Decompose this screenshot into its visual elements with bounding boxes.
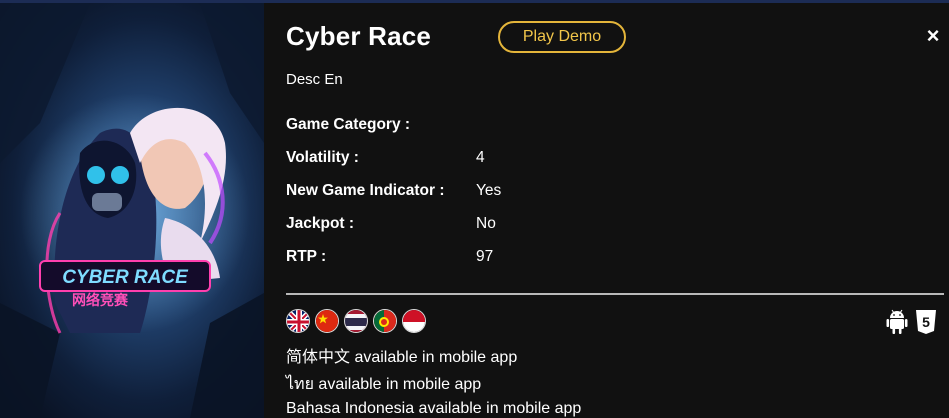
detail-label: Volatility : — [286, 149, 359, 166]
detail-label: Jackpot : — [286, 215, 355, 232]
detail-row-category: Game Category : — [286, 116, 686, 138]
detail-label: New Game Indicator : — [286, 182, 445, 199]
section-divider — [286, 293, 944, 295]
china-flag-icon — [315, 309, 339, 333]
logo-text: CYBER RACE — [62, 267, 189, 288]
game-artwork: CYBER RACE 网络竞赛 — [0, 3, 264, 418]
game-details-panel: Cyber Race Play Demo × Desc En Game Cate… — [264, 3, 949, 418]
close-icon[interactable]: × — [924, 25, 942, 47]
detail-row-jackpot: Jackpot : No — [286, 215, 686, 237]
html5-icon: 5 — [915, 309, 937, 340]
detail-row-rtp: RTP : 97 — [286, 248, 686, 270]
android-icon — [886, 309, 908, 340]
thailand-flag-icon — [344, 309, 368, 333]
detail-row-new-game: New Game Indicator : Yes — [286, 182, 686, 204]
logo-subtext: 网络竞赛 — [72, 292, 129, 309]
play-demo-button[interactable]: Play Demo — [498, 21, 626, 53]
detail-label: RTP : — [286, 248, 327, 265]
game-description: Desc En — [286, 71, 343, 88]
availability-indonesian: Bahasa Indonesia available in mobile app — [286, 400, 582, 417]
detail-value: 97 — [476, 248, 494, 265]
detail-row-volatility: Volatility : 4 — [286, 149, 686, 171]
indonesia-flag-icon — [402, 309, 426, 333]
detail-value: Yes — [476, 182, 502, 199]
game-thumbnail: CYBER RACE 网络竞赛 — [0, 3, 264, 418]
availability-thai: ไทย available in mobile app — [286, 376, 482, 393]
detail-value: No — [476, 215, 496, 232]
portugal-flag-icon — [373, 309, 397, 333]
detail-value: 4 — [476, 149, 485, 166]
html5-icon-label: 5 — [922, 314, 930, 330]
detail-label: Game Category : — [286, 116, 411, 133]
uk-flag-icon — [286, 309, 310, 333]
game-title: Cyber Race — [286, 21, 432, 51]
availability-chinese: 简体中文 available in mobile app — [286, 349, 518, 366]
